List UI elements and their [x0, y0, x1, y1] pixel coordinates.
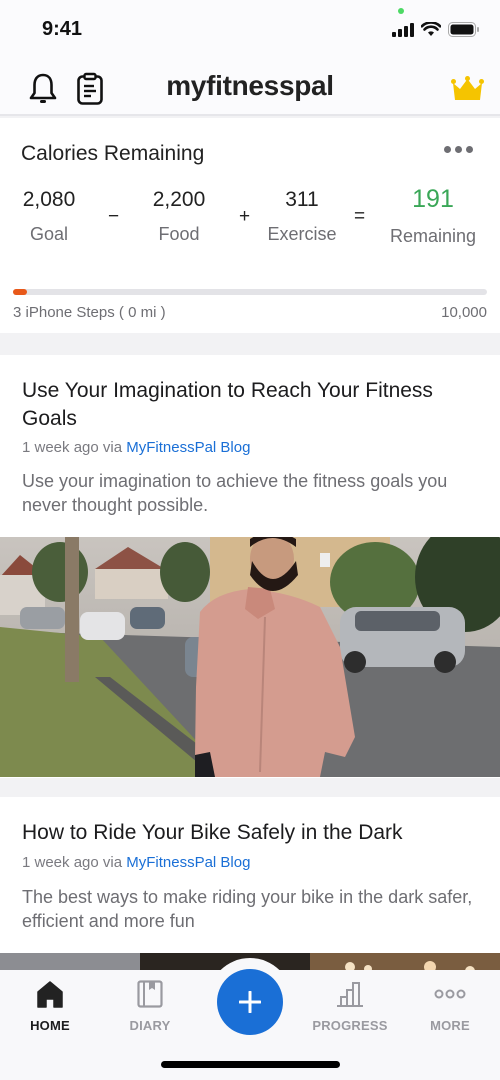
more-dots-icon: [444, 146, 451, 153]
steps-label: 3 iPhone Steps ( 0 mi ): [13, 304, 166, 321]
minus-operator: −: [108, 206, 120, 227]
article-title[interactable]: How to Ride Your Bike Safely in the Dark: [22, 819, 478, 847]
tab-diary[interactable]: DIARY: [100, 978, 200, 1033]
food-value: 2,200: [152, 188, 206, 211]
status-bar: 9:41: [0, 0, 500, 60]
exercise-label: Exercise: [267, 224, 337, 244]
wifi-icon: [421, 22, 441, 36]
tab-progress-label: PROGRESS: [312, 1018, 388, 1033]
article-card[interactable]: Use Your Imagination to Reach Your Fitne…: [0, 355, 500, 778]
tab-home-label: HOME: [30, 1018, 70, 1033]
tab-more[interactable]: MORE: [400, 978, 500, 1033]
premium-button[interactable]: [451, 76, 484, 107]
more-dots-icon: [434, 989, 466, 999]
cellular-signal-icon: [392, 22, 414, 37]
plus-icon: [239, 991, 261, 1013]
food-label: Food: [158, 224, 200, 244]
app-title: myfitnesspal: [166, 70, 334, 101]
article-meta: 1 week ago via MyFitnessPal Blog: [22, 439, 250, 456]
privacy-indicator-dot: [398, 8, 404, 14]
article-description: The best ways to make riding your bike i…: [22, 887, 473, 931]
article-time: 1 week ago via: [22, 854, 127, 871]
article-image[interactable]: [0, 537, 500, 777]
tab-home[interactable]: HOME: [0, 978, 100, 1033]
home-icon: [37, 981, 63, 1008]
article-source-link[interactable]: MyFitnessPal Blog: [126, 439, 250, 456]
tab-progress[interactable]: PROGRESS: [300, 978, 400, 1033]
equals-operator: =: [354, 206, 366, 227]
tab-more-label: MORE: [430, 1018, 470, 1033]
quick-add-button[interactable]: [217, 969, 283, 1035]
food-stat: 2,200 Food: [144, 188, 214, 245]
steps-distance: ( 0 mi ): [118, 304, 166, 321]
more-dot: [466, 146, 473, 153]
calories-more-button[interactable]: [444, 146, 473, 153]
remaining-label: Remaining: [389, 226, 477, 246]
calories-title: Calories Remaining: [21, 142, 205, 165]
goal-value: 2,080: [22, 188, 76, 211]
crown-icon: [451, 76, 484, 100]
article-card[interactable]: How to Ride Your Bike Safely in the Dark…: [0, 797, 500, 977]
exercise-stat: 311 Exercise: [262, 188, 342, 245]
article-meta: 1 week ago via MyFitnessPal Blog: [22, 854, 250, 871]
article-description: Use your imagination to achieve the fitn…: [22, 471, 448, 515]
exercise-value: 311: [285, 188, 319, 211]
goal-stat: 2,080 Goal: [14, 188, 84, 245]
bar-chart-icon: [337, 982, 363, 1007]
steps-goal: 10,000: [441, 304, 487, 321]
article-time: 1 week ago via: [22, 439, 127, 456]
steps-count: 3 iPhone Steps: [13, 304, 115, 321]
steps-progress-fill: [13, 289, 27, 295]
app-header: myfitnesspal: [0, 60, 500, 116]
battery-icon: [448, 22, 479, 37]
status-icons: [392, 22, 480, 37]
tab-diary-label: DIARY: [129, 1018, 171, 1033]
goal-label: Goal: [29, 224, 69, 244]
article-title[interactable]: Use Your Imagination to Reach Your Fitne…: [22, 377, 478, 433]
remaining-stat: 191 Remaining: [385, 185, 481, 247]
status-time: 9:41: [42, 18, 83, 40]
book-icon: [137, 980, 163, 1008]
more-dot: [455, 146, 462, 153]
home-indicator[interactable]: [161, 1061, 340, 1068]
remaining-value: 191: [412, 185, 454, 213]
article-source-link[interactable]: MyFitnessPal Blog: [126, 854, 250, 871]
plus-operator: +: [239, 206, 251, 227]
calories-remaining-card[interactable]: Calories Remaining 2,080 Goal − 2,200 Fo…: [0, 118, 500, 333]
article-photo-man-in-street: [0, 537, 500, 777]
steps-progress-bar: [13, 289, 487, 295]
